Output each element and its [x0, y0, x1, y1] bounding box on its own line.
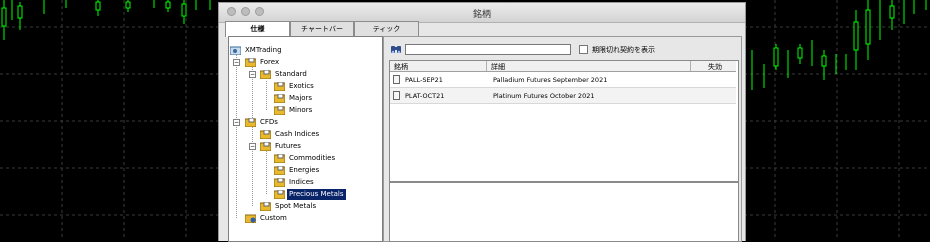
folder-icon — [260, 70, 271, 79]
tab-specification[interactable]: 仕様 — [225, 21, 290, 37]
tab-chart-bar[interactable]: チャートバー — [290, 21, 354, 36]
column-divider — [690, 61, 691, 71]
tree-label: Forex — [260, 58, 280, 66]
tree-label: XMTrading — [245, 46, 282, 54]
tree-label: Commodities — [289, 154, 336, 162]
folder-icon — [274, 154, 285, 163]
tree-item-futures[interactable]: Futures — [260, 141, 303, 152]
tree-item-forex[interactable]: Forex — [245, 57, 281, 68]
tree-label: Custom — [260, 214, 287, 222]
tree-label: Futures — [275, 142, 301, 150]
title-bar[interactable]: 銘柄 — [219, 3, 745, 23]
tree-item-minors[interactable]: Minors — [274, 105, 314, 116]
cell-symbol: PLAT-OCT21 — [405, 92, 445, 100]
folder-icon — [274, 106, 285, 115]
folder-icon — [274, 166, 285, 175]
tree-item-energies[interactable]: Energies — [274, 165, 321, 176]
tab-tick[interactable]: ティック — [354, 21, 419, 36]
tree-item-cash-indices[interactable]: Cash Indices — [260, 129, 321, 140]
folder-icon — [245, 214, 256, 223]
table-header: 銘柄 詳細 失効 — [390, 61, 736, 72]
binoculars-icon[interactable] — [390, 43, 402, 55]
collapse-toggle[interactable]: − — [233, 59, 240, 66]
tree-line — [252, 127, 253, 206]
tree-item-commodities[interactable]: Commodities — [274, 153, 337, 164]
column-header-description[interactable]: 詳細 — [491, 62, 505, 72]
tree-label: Energies — [289, 166, 320, 174]
column-header-symbol[interactable]: 銘柄 — [394, 62, 408, 72]
column-header-expired[interactable]: 失効 — [708, 62, 722, 72]
globe-icon — [230, 46, 241, 55]
candles-left — [1, 0, 211, 40]
tree-item-custom[interactable]: Custom — [245, 213, 289, 224]
tree-item-indices[interactable]: Indices — [274, 177, 316, 188]
tree-label: Precious Metals — [287, 189, 346, 200]
collapse-toggle[interactable]: − — [249, 71, 256, 78]
cell-description: Palladium Futures September 2021 — [493, 76, 608, 84]
folder-icon — [274, 190, 285, 199]
document-icon — [393, 91, 400, 100]
tree-item-majors[interactable]: Majors — [274, 93, 314, 104]
candles-right — [751, 0, 927, 90]
tree-label: Cash Indices — [275, 130, 320, 138]
tree-label: Exotics — [289, 82, 314, 90]
table-row[interactable]: PALL-SEP21 Palladium Futures September 2… — [390, 72, 736, 88]
folder-icon — [245, 118, 256, 127]
document-icon — [393, 75, 400, 84]
show-expired-checkbox[interactable] — [579, 45, 588, 54]
tree-label: Indices — [289, 178, 314, 186]
symbol-search-input[interactable] — [405, 44, 571, 55]
tree-item-cfds[interactable]: CFDs — [245, 117, 280, 128]
column-divider — [486, 61, 487, 71]
tree-item-standard[interactable]: Standard — [260, 69, 309, 80]
cell-symbol: PALL-SEP21 — [405, 76, 443, 84]
folder-icon — [274, 94, 285, 103]
table-row[interactable]: PLAT-OCT21 Platinum Futures October 2021 — [390, 88, 736, 104]
tree-label: CFDs — [260, 118, 278, 126]
show-expired-label: 期限切れ契約を表示 — [592, 46, 655, 54]
tree-label: Spot Metals — [275, 202, 317, 210]
tree-item-precious-metals[interactable]: Precious Metals — [274, 189, 346, 200]
tree-label: Standard — [275, 70, 307, 78]
collapse-toggle[interactable]: − — [233, 119, 240, 126]
tree-line — [266, 81, 267, 110]
tree-line — [236, 55, 237, 218]
tree-item-exotics[interactable]: Exotics — [274, 81, 316, 92]
tree-item-root[interactable]: XMTrading — [230, 45, 284, 56]
window-title: 銘柄 — [472, 10, 491, 20]
tree-label: Majors — [289, 94, 313, 102]
folder-icon — [274, 82, 285, 91]
tree-line — [266, 151, 267, 194]
folder-icon — [245, 58, 256, 67]
folder-icon — [260, 142, 271, 151]
tree-label: Minors — [289, 106, 313, 114]
details-panel — [389, 182, 739, 242]
folder-icon — [260, 130, 271, 139]
tree-item-spot-metals[interactable]: Spot Metals — [260, 201, 318, 212]
collapse-toggle[interactable]: − — [249, 143, 256, 150]
cell-description: Platinum Futures October 2021 — [493, 92, 595, 100]
folder-icon — [260, 202, 271, 211]
folder-icon — [274, 178, 285, 187]
